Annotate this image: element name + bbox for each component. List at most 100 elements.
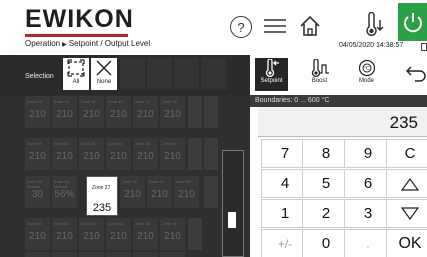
zone-tile[interactable] [52, 252, 77, 257]
header: EWIKON Operation ▶ Setpoint / Output Level… [0, 0, 427, 52]
key-9[interactable]: 9 [344, 139, 392, 168]
zone-tile[interactable]: Zone 33 210 [79, 218, 104, 250]
back-button[interactable] [399, 58, 427, 91]
zone-value: 56% [54, 189, 75, 200]
toolbar-cell [201, 58, 226, 90]
zone-value: 210 [56, 231, 73, 242]
zone-status-cell [204, 176, 218, 208]
key-up-button[interactable] [386, 169, 427, 198]
zone-value: 210 [164, 151, 181, 162]
zone-label: Zone 25 Monitor [27, 179, 42, 189]
zone-tile[interactable]: Zone 28 210 [120, 176, 145, 208]
setpoint-label: Setpoint [260, 78, 283, 84]
zone-tile[interactable]: Zone 14 210 [52, 96, 77, 128]
ewikon-logo: EWIKON [25, 5, 134, 33]
select-none-button[interactable]: None [91, 58, 117, 90]
toolbar-cell [120, 58, 145, 90]
key-down-button[interactable] [386, 199, 427, 228]
scrollbar-thumb[interactable] [228, 212, 236, 228]
zone-tile[interactable] [79, 252, 104, 257]
menu-icon[interactable] [263, 15, 287, 37]
zone-label: Zone 23 [135, 141, 150, 146]
zone-label: Zone 22 [108, 141, 123, 146]
value-display: 235 [258, 107, 427, 137]
zone-tile[interactable]: Zone 25 Monitor 30 [25, 176, 50, 208]
zone-tile[interactable]: Zone 24 210 [160, 138, 185, 170]
zone-value: 210 [83, 109, 100, 120]
zone-label: Zone 32 [54, 221, 69, 226]
back-arrow-icon [405, 66, 426, 82]
breadcrumb-item-setpoint: Setpoint / Output Level [68, 39, 151, 48]
key-8[interactable]: 8 [302, 139, 350, 168]
zone-tile[interactable]: Zone 31 210 [25, 218, 50, 250]
zone-value: 210 [29, 231, 46, 242]
zone-value: 210 [83, 231, 100, 242]
zone-label: Zone 16 [108, 99, 123, 104]
key-6[interactable]: 6 [344, 169, 392, 198]
screenshot-icon[interactable] [421, 43, 427, 51]
help-icon[interactable]: ? [230, 16, 252, 38]
temperature-icon[interactable] [362, 12, 386, 38]
zone-scrollbar[interactable] [222, 150, 244, 257]
zone-tile[interactable]: Zone 32 210 [52, 218, 77, 250]
zone-value: 210 [137, 231, 154, 242]
zone-value: 210 [110, 231, 127, 242]
select-all-button[interactable]: All [63, 58, 89, 90]
key-2[interactable]: 2 [302, 199, 350, 228]
zone-tile[interactable]: Zone 35 210 [133, 218, 158, 250]
key-5[interactable]: 5 [302, 169, 350, 198]
zone-tile[interactable]: Zone 21 210 [79, 138, 104, 170]
zone-status-cell [204, 96, 218, 128]
zone-label: Zone 35 [135, 221, 150, 226]
setpoint-mode-button[interactable]: Setpoint [255, 58, 288, 91]
key-clear[interactable]: C [386, 139, 427, 168]
zone-value: 210 [164, 109, 181, 120]
zone-tile[interactable]: Zone 19 210 [25, 138, 50, 170]
zone-value: 210 [56, 151, 73, 162]
zone-value: 210 [124, 189, 141, 200]
zone-tile[interactable]: Zone 20 210 [52, 138, 77, 170]
zone-tile[interactable]: Zone 18 210 [160, 96, 185, 128]
zone-label: Zone 29 [149, 179, 164, 184]
zone-tile[interactable]: Zone 29 210 [147, 176, 172, 208]
zone-tile[interactable]: Zone 30 210 [174, 176, 199, 208]
key-3[interactable]: 3 [344, 199, 392, 228]
zone-tile[interactable]: Zone 23 210 [133, 138, 158, 170]
select-all-icon [67, 59, 85, 77]
zone-value: 210 [29, 151, 46, 162]
ok-button[interactable]: OK [386, 229, 427, 257]
zone-tile[interactable]: Zone 34 210 [106, 218, 131, 250]
zone-tile[interactable]: Zone 16 210 [106, 96, 131, 128]
zone-label: Zone 14 [54, 99, 69, 104]
boost-mode-button[interactable]: Boost [303, 58, 336, 91]
toolbar-cell [147, 58, 172, 90]
zone-tile[interactable]: Zone 36 210 [160, 218, 185, 250]
zone-tile[interactable] [25, 252, 50, 257]
home-icon[interactable] [298, 13, 322, 39]
mode-button[interactable]: °C Mode [350, 58, 383, 91]
zone-label: Zone 27 [92, 185, 111, 191]
zone-value: 235 [92, 202, 112, 214]
boundaries-text: Boundaries: 0 ... 600 °C [250, 95, 427, 107]
breadcrumb-item-operation[interactable]: Operation [25, 39, 60, 48]
zone-tile[interactable]: Zone 26 Manual 56% [52, 176, 77, 208]
zone-tile[interactable]: Zone 15 210 [79, 96, 104, 128]
select-all-label: All [72, 79, 80, 85]
breadcrumb-separator-icon: ▶ [62, 42, 67, 48]
zone-tile[interactable] [106, 252, 131, 257]
zone-value: 210 [137, 151, 154, 162]
zone-tile[interactable]: Zone 17 210 [133, 96, 158, 128]
zone-tile[interactable] [160, 252, 185, 257]
zone-value: 210 [137, 109, 154, 120]
zone-tile-selected[interactable]: Zone 27 235 [86, 176, 118, 216]
zone-tile[interactable]: Zone 22 210 [106, 138, 131, 170]
power-icon[interactable] [398, 3, 427, 41]
zone-tile[interactable]: Zone 13 210 [25, 96, 50, 128]
datetime: 04/05/2020 14:38:57 [339, 42, 404, 49]
triangle-down-icon [401, 206, 419, 220]
key-0[interactable]: 0 [302, 229, 350, 257]
triangle-up-icon [401, 177, 419, 191]
zone-value: 210 [56, 109, 73, 120]
key-decimal[interactable]: . [344, 229, 392, 257]
zone-tile[interactable] [133, 252, 158, 257]
